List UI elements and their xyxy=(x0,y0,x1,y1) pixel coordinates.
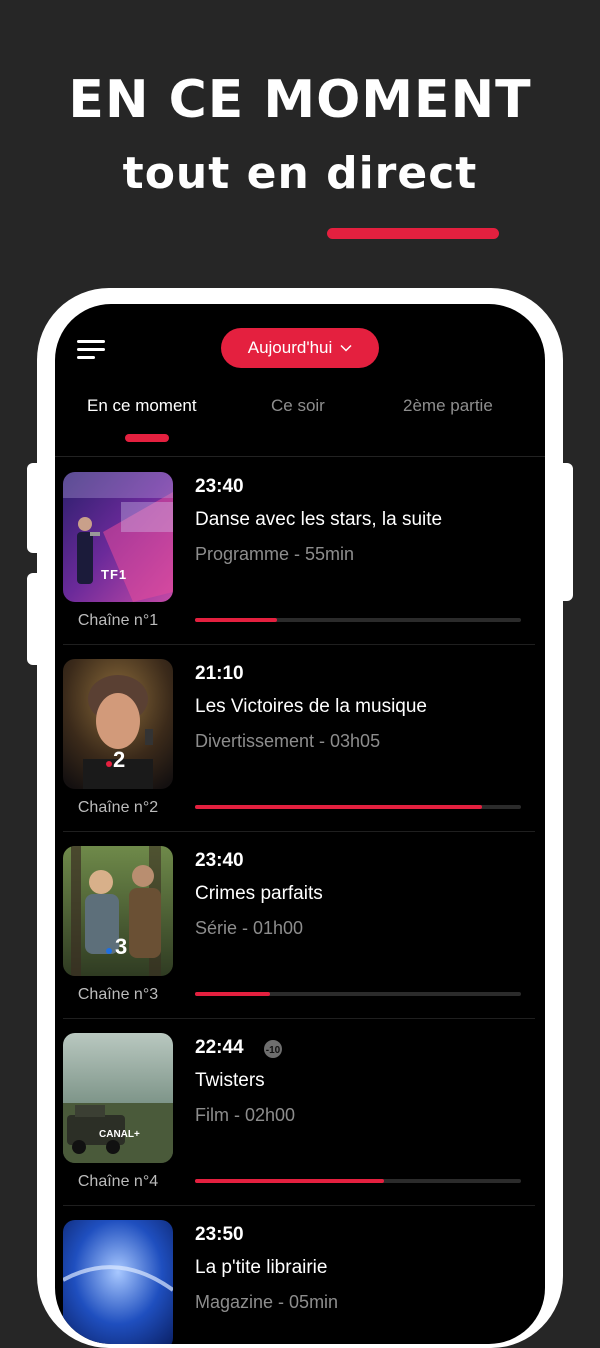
program-title: Twisters xyxy=(195,1070,265,1091)
progress-fill xyxy=(195,618,277,622)
age-rating-label: -10 xyxy=(266,1045,281,1056)
program-meta: Série - 01h00 xyxy=(195,918,304,938)
progress-fill xyxy=(195,1179,385,1183)
channel-label: Chaîne n°1 xyxy=(77,612,159,629)
program-title: Crimes parfaits xyxy=(195,883,323,904)
progress-bar xyxy=(195,992,521,996)
tab-ce-soir[interactable]: Ce soir xyxy=(271,396,325,416)
program-row[interactable]: 23:50 La p'tite librairie Magazine - 05m… xyxy=(55,1206,545,1344)
program-time: 23:50 xyxy=(195,1224,244,1245)
program-thumbnail: 3 xyxy=(63,846,173,976)
progress-bar xyxy=(195,805,521,809)
channel-label: Chaîne n°3 xyxy=(77,986,159,1003)
promo-headline: EN CE MOMENT xyxy=(68,70,532,130)
progress-bar xyxy=(195,618,521,622)
program-thumbnail: CANAL+ xyxy=(63,1033,173,1163)
program-time: 23:40 xyxy=(195,850,244,871)
hamburger-menu-icon[interactable] xyxy=(77,340,105,360)
phone-power-button xyxy=(557,463,573,601)
age-rating-icon: -10 xyxy=(263,1039,283,1059)
active-tab-indicator xyxy=(125,434,169,442)
program-meta: Magazine - 05min xyxy=(195,1292,339,1312)
tab-en-ce-moment[interactable]: En ce moment xyxy=(87,396,197,416)
program-thumbnail xyxy=(63,1220,173,1344)
phone-volume-up-button xyxy=(27,463,43,553)
program-meta: Programme - 55min xyxy=(195,544,355,564)
channel-logo: CANAL+ xyxy=(99,1129,140,1140)
program-time: 21:10 xyxy=(195,663,244,684)
progress-bar xyxy=(195,1179,521,1183)
program-thumbnail: 2 xyxy=(63,659,173,789)
channel-logo: TF1 xyxy=(101,567,128,582)
tabs-divider xyxy=(55,456,545,457)
channel-label: Chaîne n°2 xyxy=(77,799,159,816)
phone-volume-down-button xyxy=(27,573,43,665)
program-row[interactable]: CANAL+ Chaîne n°4 22:44 -10 Twisters Fil… xyxy=(55,1019,545,1206)
phone-screen: Aujourd'hui En ce moment Ce soir 2ème pa… xyxy=(55,304,545,1344)
channel-logo-dot xyxy=(106,761,112,767)
tab-2eme-partie[interactable]: 2ème partie xyxy=(403,396,493,416)
program-title: Les Victoires de la musique xyxy=(195,696,427,717)
date-selector-label: Aujourd'hui xyxy=(247,338,333,357)
program-time: 23:40 xyxy=(195,476,244,497)
promo-accent-bar xyxy=(327,228,499,239)
program-row[interactable]: 3 Chaîne n°3 23:40 Crimes parfaits Série… xyxy=(55,832,545,1019)
program-time: 22:44 xyxy=(195,1037,244,1058)
program-row[interactable]: TF1 Chaîne n°1 23:40 Danse avec les star… xyxy=(55,458,545,645)
program-title: La p'tite librairie xyxy=(195,1257,328,1278)
channel-label: Chaîne n°4 xyxy=(77,1173,159,1190)
progress-fill xyxy=(195,992,270,996)
program-meta: Divertissement - 03h05 xyxy=(195,731,381,751)
program-title: Danse avec les stars, la suite xyxy=(195,509,443,530)
promo-subheadline: tout en direct xyxy=(122,148,478,199)
channel-logo: 2 xyxy=(113,747,126,772)
chevron-down-icon xyxy=(340,344,352,352)
date-selector-button[interactable]: Aujourd'hui xyxy=(221,328,379,368)
program-meta: Film - 02h00 xyxy=(195,1105,296,1125)
channel-logo: 3 xyxy=(115,934,128,959)
program-row[interactable]: 2 Chaîne n°2 21:10 Les Victoires de la m… xyxy=(55,645,545,832)
program-thumbnail: TF1 xyxy=(63,472,173,602)
progress-fill xyxy=(195,805,482,809)
channel-logo-dot xyxy=(106,948,112,954)
